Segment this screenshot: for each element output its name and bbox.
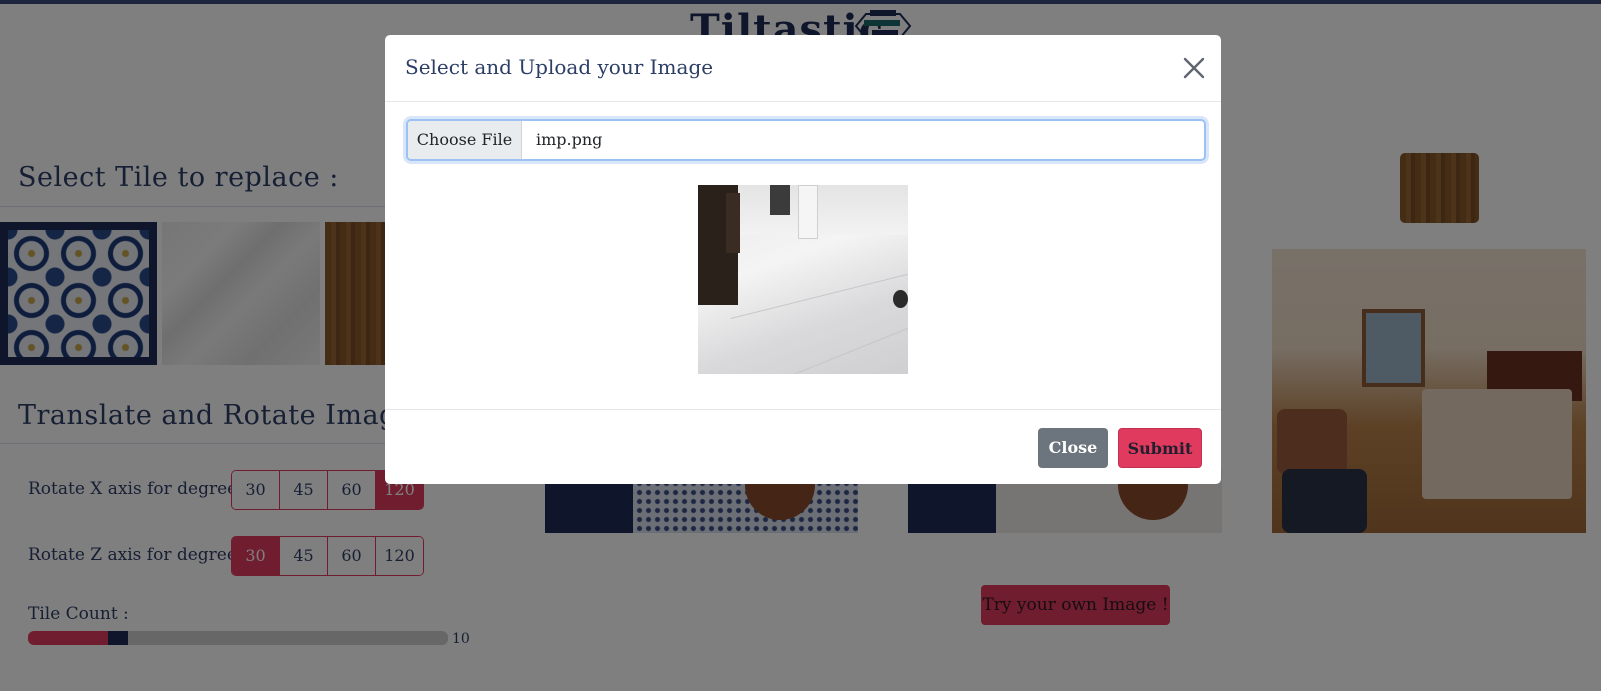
choose-file-button[interactable]: Choose File bbox=[408, 121, 522, 159]
modal-title: Select and Upload your Image bbox=[405, 55, 714, 79]
uploaded-image-preview bbox=[698, 185, 908, 374]
modal-header: Select and Upload your Image bbox=[385, 35, 1221, 102]
photo-tile-joint bbox=[730, 272, 908, 319]
close-icon[interactable] bbox=[1180, 54, 1208, 82]
photo-object bbox=[893, 290, 908, 308]
photo-doorframe bbox=[770, 185, 790, 215]
file-input[interactable]: Choose File imp.png bbox=[406, 119, 1206, 161]
photo-chair-back bbox=[726, 193, 740, 253]
file-name: imp.png bbox=[536, 130, 603, 149]
photo-tile-joint bbox=[764, 314, 908, 374]
modal-footer: Close Submit bbox=[385, 409, 1221, 485]
close-button[interactable]: Close bbox=[1038, 428, 1108, 468]
submit-button[interactable]: Submit bbox=[1118, 428, 1202, 468]
photo-cooler bbox=[798, 185, 818, 239]
upload-modal: Select and Upload your Image Choose File… bbox=[385, 35, 1221, 484]
